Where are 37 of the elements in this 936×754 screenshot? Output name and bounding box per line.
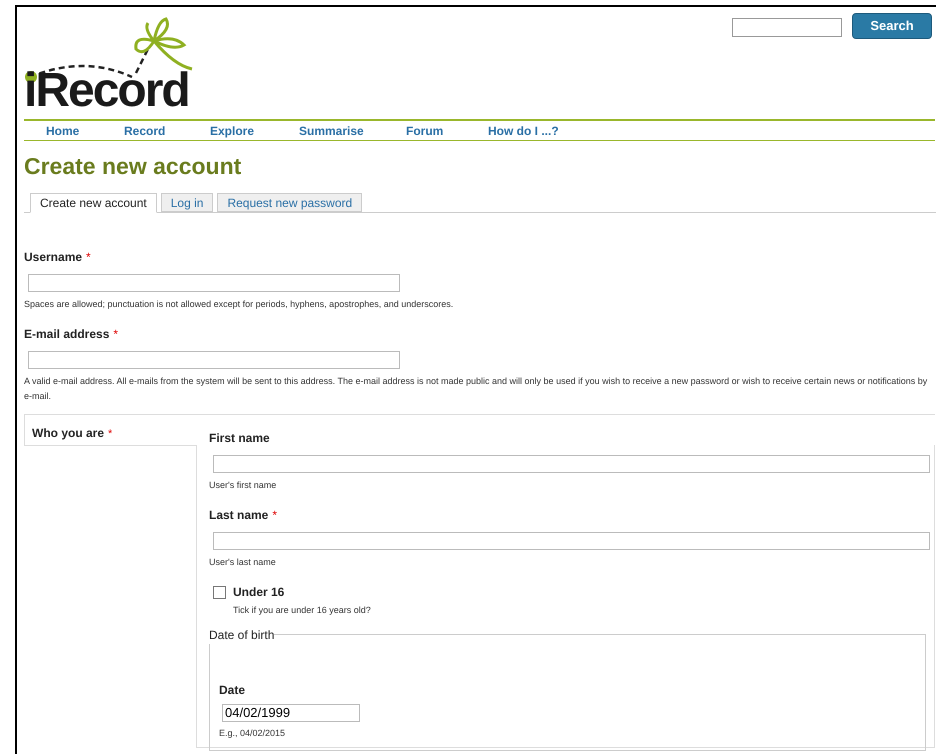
nav-link[interactable]: How do I ...? <box>488 122 588 140</box>
nav-link[interactable]: Home <box>46 122 124 140</box>
required-mark: * <box>113 327 118 341</box>
tab[interactable]: Log in <box>160 193 214 212</box>
field-description: User's last name <box>209 556 277 568</box>
search-button[interactable]: Search <box>852 13 932 39</box>
field-label: Date <box>219 682 246 698</box>
nav-link[interactable]: Forum <box>406 122 488 140</box>
nav-link[interactable]: Explore <box>210 122 299 140</box>
field-label: E-mail address <box>24 327 110 341</box>
tab[interactable]: Request new password <box>217 193 362 212</box>
input-field[interactable] <box>213 455 930 473</box>
nav-link[interactable]: Record <box>124 122 210 140</box>
field-description: A valid e-mail address. All e-mails from the system will be sent to this address. The e-mail address is not made public and will only be used if you wish to receive a new password or wish to receive certain news or notifications by e-mail. <box>24 375 928 403</box>
field-description: E.g., 04/02/2015 <box>219 726 286 740</box>
required-mark: * <box>272 508 278 522</box>
field-label: Last name <box>209 508 268 522</box>
nav-link[interactable]: Summarise <box>299 122 406 140</box>
field-label: Username <box>24 250 82 264</box>
fieldset-legend: Date of birth <box>209 626 274 644</box>
checkbox[interactable] <box>213 586 226 598</box>
field-description: User's first name <box>209 479 278 492</box>
required-mark: * <box>108 428 112 440</box>
field-description: Tick if you are under 16 years old? <box>233 604 372 617</box>
search-field[interactable] <box>732 18 842 37</box>
input-field[interactable] <box>28 351 400 369</box>
logo-text: iRecord <box>24 67 189 115</box>
page-title: Create new account <box>24 152 242 181</box>
date-field[interactable]: 04/02/1999 <box>222 704 360 722</box>
field-label: First name <box>209 431 270 445</box>
input-field[interactable] <box>213 532 930 550</box>
vertical-tab[interactable]: Who you are * <box>24 415 196 446</box>
tab[interactable]: Create new account <box>30 193 157 213</box>
field-description: Spaces are allowed; punctuation is not allowed except for periods, hyphens, apostrophes, and underscores. <box>24 298 454 311</box>
checkbox-label: Under 16 <box>233 584 284 601</box>
required-mark: * <box>86 250 91 264</box>
input-field[interactable] <box>28 274 400 292</box>
